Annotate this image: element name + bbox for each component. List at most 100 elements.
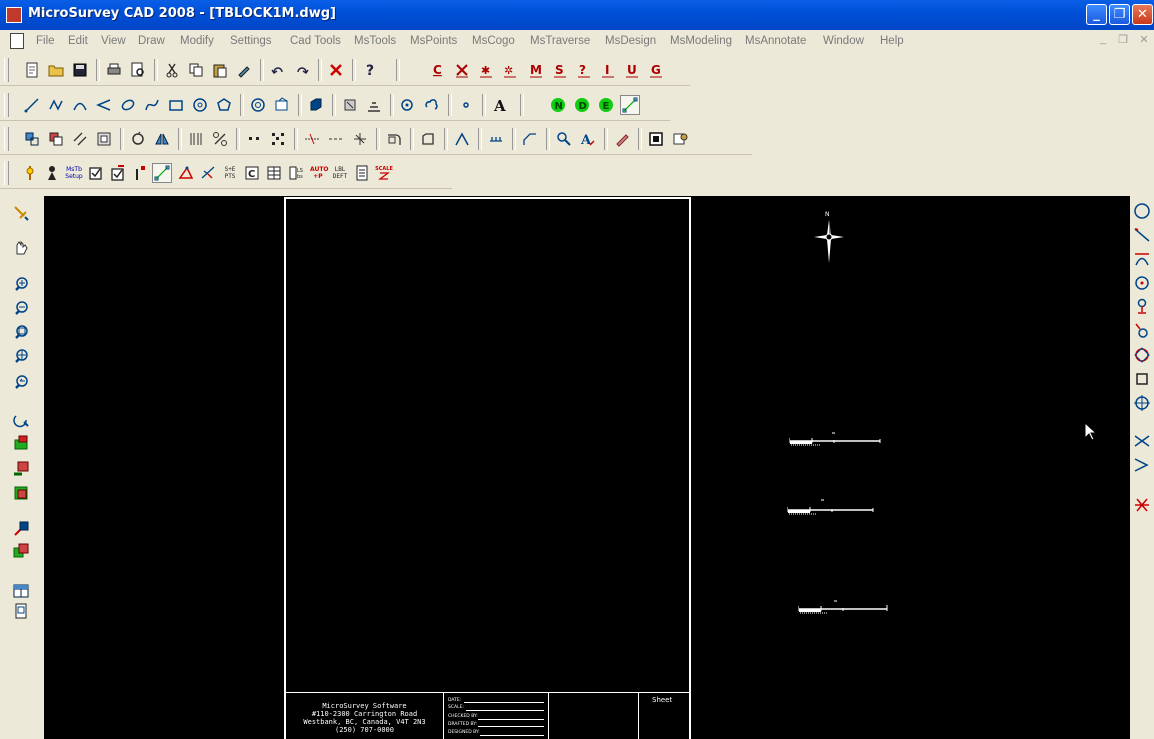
lengthen-icon[interactable] (486, 129, 506, 149)
pan-realtime-icon[interactable] (10, 202, 32, 224)
zoom-previous-icon[interactable] (10, 372, 32, 394)
donut-icon[interactable] (190, 95, 210, 115)
zoom-out-icon[interactable] (10, 298, 32, 320)
snap-g-icon[interactable]: G (646, 60, 666, 80)
mirror-icon[interactable] (152, 129, 172, 149)
square-tool-icon[interactable] (1131, 368, 1153, 390)
cross-tool-icon[interactable] (1131, 430, 1153, 452)
zoom-window-icon[interactable] (10, 322, 32, 344)
table-icon[interactable] (10, 580, 32, 602)
spline-icon[interactable] (142, 95, 162, 115)
menu-modify[interactable]: Modify (180, 35, 214, 47)
menu-edit[interactable]: Edit (68, 35, 88, 47)
redo-icon[interactable] (292, 60, 312, 80)
rotate-icon[interactable] (128, 129, 148, 149)
menu-mstraverse[interactable]: MsTraverse (530, 35, 590, 47)
redraw-icon[interactable] (10, 408, 32, 430)
explode-icon[interactable] (94, 129, 114, 149)
extend-icon[interactable] (326, 129, 346, 149)
snap-q-icon[interactable]: ? (574, 60, 594, 80)
layout-icon[interactable] (10, 518, 32, 540)
checkbox-edit-icon[interactable] (108, 163, 128, 183)
menu-mstools[interactable]: MsTools (354, 35, 396, 47)
menu-mspoints[interactable]: MsPoints (410, 35, 457, 47)
copy-icon[interactable] (186, 60, 206, 80)
viewport-icon[interactable] (10, 540, 32, 562)
block-insert-icon[interactable] (272, 95, 292, 115)
new-file-icon[interactable] (22, 60, 42, 80)
menu-msannotate[interactable]: MsAnnotate (745, 35, 806, 47)
match-properties-icon[interactable] (234, 60, 254, 80)
point-marker-icon[interactable] (130, 163, 150, 183)
stretch-icon[interactable] (452, 129, 472, 149)
toolbar-grip[interactable] (4, 127, 9, 151)
layer-properties-icon[interactable] (670, 129, 690, 149)
asterisk-tool-icon[interactable] (1131, 494, 1153, 516)
print-preview-icon[interactable] (128, 60, 148, 80)
fillet-icon[interactable] (384, 129, 404, 149)
scale-button[interactable]: SCALE (374, 163, 394, 183)
menu-msmodeling[interactable]: MsModeling (670, 35, 732, 47)
report-icon[interactable] (352, 163, 372, 183)
erase-icon[interactable] (326, 60, 346, 80)
circle-tool-icon[interactable] (1131, 200, 1153, 222)
app-icon[interactable] (6, 7, 22, 23)
ls-table-icon[interactable]: LS bs (286, 163, 306, 183)
line-tool-icon[interactable] (1131, 224, 1153, 246)
checkbox-icon[interactable] (86, 163, 106, 183)
coord-c-icon[interactable]: C (242, 163, 262, 183)
chevron-tool-icon[interactable] (1131, 454, 1153, 476)
toolbar-grip[interactable] (4, 93, 9, 117)
menu-msdesign[interactable]: MsDesign (605, 35, 656, 47)
region-icon[interactable] (340, 95, 360, 115)
toolbar-grip[interactable] (4, 161, 9, 185)
menu-view[interactable]: View (101, 35, 126, 47)
trim-icon[interactable] (302, 129, 322, 149)
arc-tool-icon[interactable] (1131, 248, 1153, 270)
menu-cad-tools[interactable]: Cad Tools (290, 35, 341, 47)
minimize-button[interactable]: _ (1086, 4, 1107, 25)
snap-star-icon[interactable]: ✱ (476, 60, 496, 80)
matrix-points-icon[interactable] (268, 129, 288, 149)
array-icon[interactable] (186, 129, 206, 149)
menu-mscogo[interactable]: MsCogo (472, 35, 515, 47)
snap-x-icon[interactable] (452, 60, 472, 80)
mstb-setup-button[interactable]: MsTb Setup (64, 163, 84, 183)
mdi-close-button[interactable]: ✕ (1136, 33, 1152, 49)
snap-s-icon[interactable]: S (550, 60, 570, 80)
revcloud-icon[interactable] (422, 95, 442, 115)
toolbar-grip[interactable] (4, 58, 9, 82)
chamfer-icon[interactable] (418, 129, 438, 149)
snap-m-icon[interactable]: M (526, 60, 546, 80)
arc-icon[interactable] (70, 95, 90, 115)
save-icon[interactable] (70, 60, 90, 80)
coord-table-icon[interactable] (264, 163, 284, 183)
document-icon[interactable] (10, 33, 24, 49)
scale-icon[interactable] (210, 129, 230, 149)
chamfer-line-icon[interactable] (520, 129, 540, 149)
zoom-object-icon[interactable] (554, 129, 574, 149)
close-button[interactable]: ✕ (1132, 4, 1153, 25)
angle-icon[interactable] (94, 95, 114, 115)
boundary-icon[interactable] (364, 95, 384, 115)
move-icon[interactable] (22, 129, 42, 149)
menu-draw[interactable]: Draw (138, 35, 165, 47)
menu-settings[interactable]: Settings (230, 35, 272, 47)
polygon-icon[interactable] (214, 95, 234, 115)
line-icon[interactable] (22, 95, 42, 115)
auto-p-button[interactable]: AUTO +P (308, 163, 329, 183)
properties-icon[interactable] (646, 129, 666, 149)
drawing-canvas[interactable]: MicroSurvey Software #110-2300 Carringto… (44, 196, 1130, 739)
crosshair-circle-tool-icon[interactable] (1131, 392, 1153, 414)
text-edit-icon[interactable]: A (578, 129, 598, 149)
traverse-icon[interactable] (198, 163, 218, 183)
snap-c-icon[interactable]: C (428, 60, 448, 80)
maximize-button[interactable]: ❐ (1109, 4, 1130, 25)
rectangle-icon[interactable] (166, 95, 186, 115)
copy-object-icon[interactable] (46, 129, 66, 149)
triangle-icon[interactable] (176, 163, 196, 183)
snap-node-icon[interactable]: ✲ (500, 60, 520, 80)
point-pin-tool-icon[interactable] (1131, 296, 1153, 318)
lbl-deft-button[interactable]: LBL DEFT (330, 163, 350, 183)
paste-icon[interactable] (210, 60, 230, 80)
